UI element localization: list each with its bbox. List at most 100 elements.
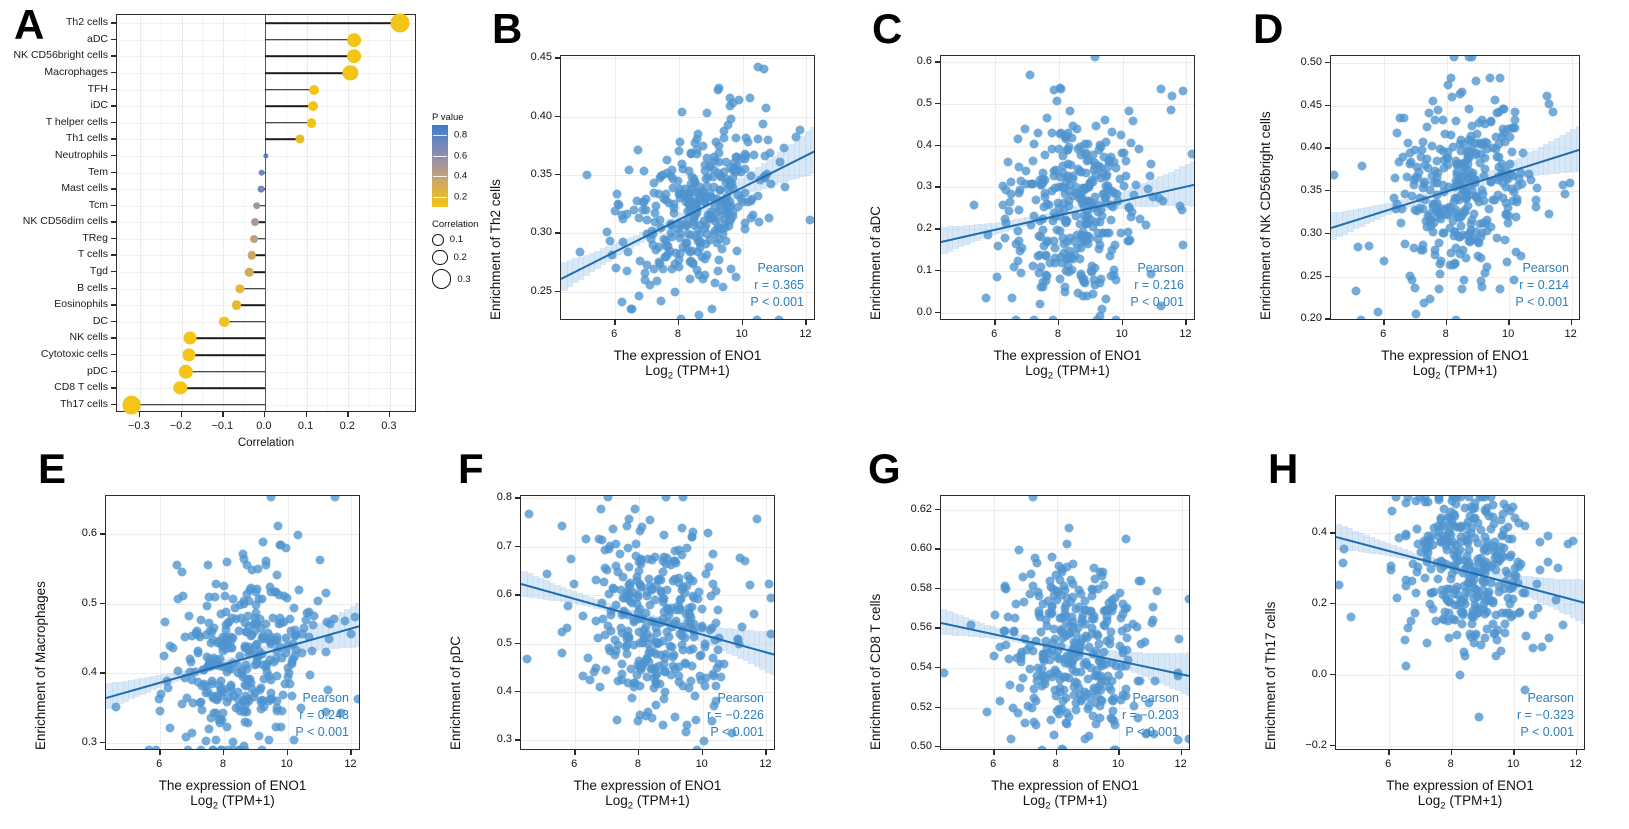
- scatter-point: [1411, 309, 1420, 319]
- panel-a-lollipop-dot[interactable]: [307, 101, 318, 112]
- gridline-h: [521, 498, 774, 500]
- scatter-point: [1115, 641, 1125, 651]
- x-tick-label: 10: [735, 328, 748, 340]
- panel-a-lollipop-dot[interactable]: [263, 153, 269, 159]
- scatter-point: [666, 171, 676, 181]
- panel-a-row-label: Th1 cells: [65, 132, 108, 145]
- panel-a-gridline-v-minor: [285, 15, 287, 411]
- scatter-point: [1452, 193, 1462, 203]
- panel-a-y-tick: [111, 72, 116, 74]
- scatter-point: [1148, 602, 1158, 612]
- y-tick-label: 0.3: [81, 735, 97, 748]
- panel-a-lollipop-dot[interactable]: [309, 84, 320, 95]
- scatter-point: [678, 164, 688, 174]
- scatter-point: [266, 496, 276, 502]
- scatter-point: [737, 622, 747, 632]
- scatter-point: [766, 593, 774, 603]
- scatter-point: [1494, 152, 1504, 161]
- scatter-point: [1042, 113, 1052, 123]
- scatter-point: [1391, 496, 1401, 502]
- panel-a-lollipop-dot[interactable]: [258, 169, 265, 176]
- scatter-point: [1420, 177, 1430, 187]
- pearson-r-value: r = 0.243: [299, 708, 349, 723]
- scatter-point: [1460, 651, 1470, 661]
- scatter-point: [1450, 615, 1460, 625]
- scatter-point: [1422, 638, 1432, 648]
- panel-a-lollipop-dot[interactable]: [231, 300, 242, 311]
- panel-a-lollipop-dot[interactable]: [257, 185, 265, 193]
- scatter-point: [1006, 177, 1016, 187]
- scatter-point: [1473, 518, 1483, 528]
- scatter-point: [1184, 734, 1189, 744]
- y-tick: [555, 290, 560, 293]
- scatter-point: [1039, 654, 1049, 664]
- scatter-point: [524, 509, 534, 519]
- panel-e-scatter-chart: E Pearson r = 0.243 P < 0.001 0.3 0.4 0.5 0.6 6 8…: [0, 440, 400, 829]
- panel-a-x-tick-label: 0.0: [256, 420, 272, 432]
- panel-a-lollipop-dot[interactable]: [173, 381, 187, 395]
- scatter-point: [566, 554, 576, 564]
- scatter-point: [1469, 612, 1479, 622]
- panel-a-lollipop-dot[interactable]: [295, 134, 305, 144]
- scatter-point: [605, 236, 615, 246]
- scatter-point: [1006, 734, 1016, 744]
- scatter-point: [1077, 198, 1087, 208]
- scatter-point: [1432, 156, 1442, 166]
- gridline-v: [1571, 56, 1573, 319]
- panel-a-lollipop-dot[interactable]: [244, 267, 254, 277]
- panel-a-x-tick-label: 0.2: [339, 420, 355, 432]
- scatter-point: [603, 496, 613, 502]
- scatter-point: [1015, 246, 1025, 256]
- scatter-point: [624, 562, 634, 572]
- scatter-point: [211, 735, 221, 745]
- scatter-point: [623, 678, 633, 688]
- panel-a-lollipop-dot[interactable]: [347, 32, 361, 47]
- scatter-point: [1093, 207, 1103, 217]
- panel-e-plot-area: Pearson r = 0.243 P < 0.001: [105, 495, 360, 750]
- panel-a-lollipop-dot[interactable]: [178, 364, 193, 379]
- scatter-point: [223, 745, 233, 749]
- scatter-point: [1016, 268, 1026, 278]
- scatter-point: [613, 567, 623, 577]
- scatter-point: [1041, 270, 1051, 280]
- panel-g-plot-area: Pearson r = −0.203 P < 0.001: [940, 495, 1190, 750]
- scatter-point: [1452, 582, 1462, 592]
- scatter-point: [1499, 525, 1509, 535]
- scatter-point: [1467, 56, 1477, 62]
- panel-a-lollipop-dot[interactable]: [247, 251, 256, 260]
- scatter-point: [1456, 523, 1466, 533]
- scatter-point: [557, 648, 567, 658]
- scatter-point: [201, 736, 211, 746]
- scatter-point: [1047, 144, 1057, 154]
- scatter-point: [1166, 105, 1176, 115]
- y-tick: [515, 690, 520, 693]
- panel-a-x-tick-label: 0.1: [297, 420, 314, 432]
- scatter-point: [1081, 605, 1091, 615]
- panel-a-lollipop-dot[interactable]: [390, 13, 410, 33]
- scatter-point: [1425, 294, 1435, 304]
- scatter-point: [1468, 504, 1478, 514]
- panel-a-lollipop-dot[interactable]: [250, 218, 259, 227]
- y-tick: [555, 115, 560, 118]
- scatter-point: [1035, 612, 1045, 622]
- scatter-point: [201, 688, 211, 698]
- scatter-point: [1544, 209, 1554, 219]
- panel-a-lollipop-dot[interactable]: [218, 316, 230, 327]
- panel-a-lollipop-dot[interactable]: [347, 49, 361, 64]
- panel-a-lollipop-dot[interactable]: [306, 117, 317, 128]
- scatter-point: [1496, 646, 1506, 656]
- y-tick: [935, 627, 940, 629]
- panel-a-lollipop-dot[interactable]: [182, 348, 196, 362]
- panel-a-lollipop-dot[interactable]: [252, 201, 261, 210]
- scatter-point: [752, 315, 762, 319]
- scatter-point: [1379, 256, 1389, 266]
- panel-a-lollipop-dot[interactable]: [250, 234, 259, 243]
- scatter-point: [654, 242, 664, 252]
- panel-a-lollipop-dot[interactable]: [342, 65, 358, 81]
- panel-a-lollipop-dot[interactable]: [183, 331, 197, 345]
- panel-c-scatter-chart: C Pearson r = 0.216 P < 0.001 0.0 0.1 0.2 0.3 0.…: [840, 0, 1240, 389]
- x-tick-label: 10: [1507, 758, 1520, 770]
- scatter-point: [1497, 608, 1507, 618]
- scatter-point: [1015, 185, 1025, 195]
- scatter-point: [740, 149, 750, 159]
